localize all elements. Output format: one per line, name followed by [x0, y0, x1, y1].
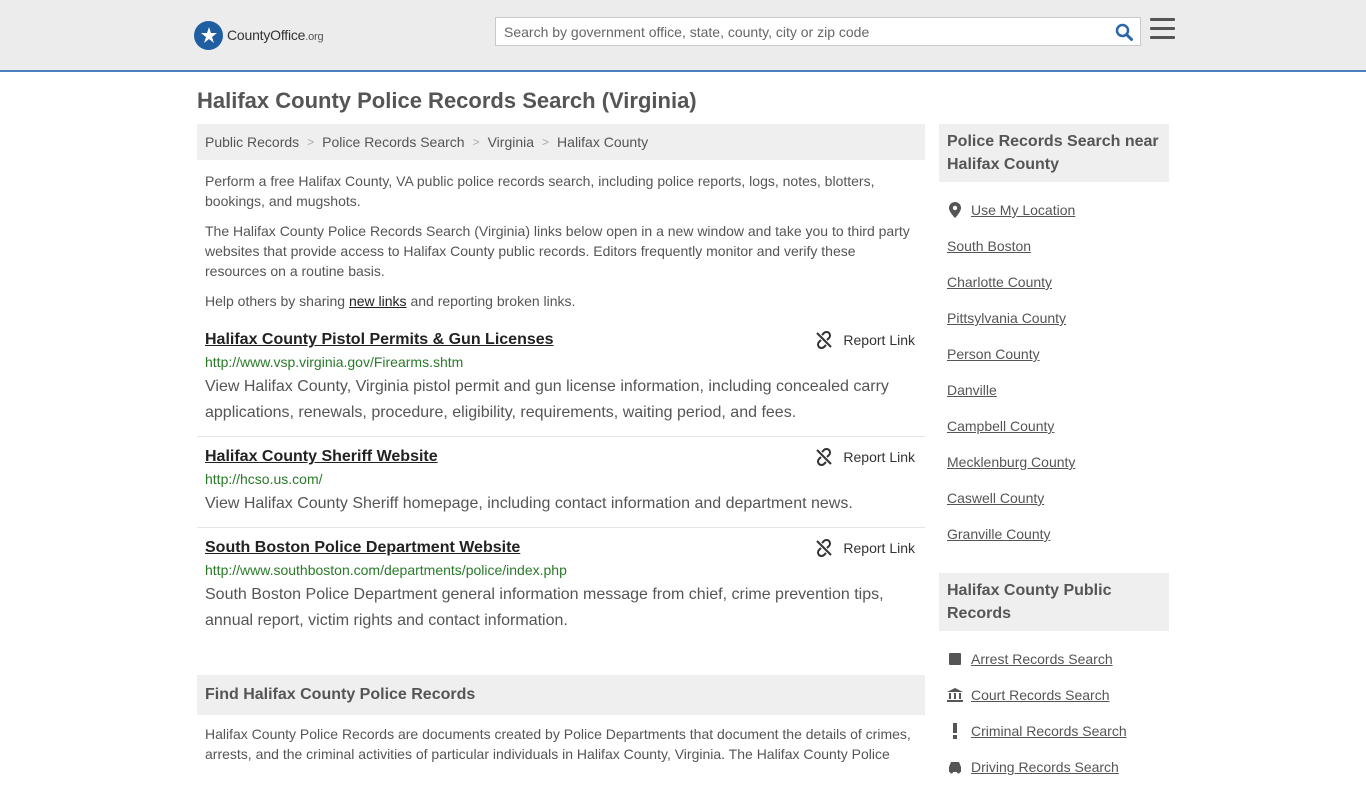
sidebar-item-danville[interactable]: Danville	[947, 372, 1169, 408]
sidebar-nearby-list: Use My Location South Boston Charlotte C…	[947, 192, 1169, 552]
breadcrumb-separator-icon: >	[542, 135, 550, 149]
broken-link-icon	[816, 539, 833, 557]
sidebar-nearby-heading: Police Records Search near Halifax Count…	[939, 124, 1169, 182]
sidebar-link[interactable]: Campbell County	[947, 418, 1054, 434]
breadcrumb-separator-icon: >	[307, 135, 315, 149]
sidebar-link[interactable]: South Boston	[947, 238, 1031, 254]
sidebar-item-court-records[interactable]: Court Records Search	[947, 677, 1169, 713]
report-link-button[interactable]: Report Link	[815, 331, 915, 349]
new-links-link[interactable]: new links	[349, 293, 407, 309]
car-icon	[947, 759, 963, 775]
sidebar-link[interactable]: Pittsylvania County	[947, 310, 1066, 326]
result-title-link[interactable]: South Boston Police Department Website	[205, 539, 520, 556]
breadcrumb-halifax-county[interactable]: Halifax County	[557, 134, 648, 150]
sidebar-link[interactable]: Arrest Records Search	[971, 651, 1113, 667]
page-title: Halifax County Police Records Search (Vi…	[197, 88, 697, 113]
search-box	[495, 17, 1141, 46]
result-divider	[197, 436, 925, 437]
report-link-button[interactable]: Report Link	[815, 539, 915, 557]
square-icon	[947, 651, 963, 667]
use-my-location-link[interactable]: Use My Location	[971, 202, 1075, 218]
site-header: CountyOffice.org	[0, 0, 1366, 72]
result-url: http://hcso.us.com/	[205, 471, 323, 487]
search-button[interactable]	[1112, 21, 1136, 43]
search-input[interactable]	[496, 18, 1106, 45]
sidebar-item-south-boston[interactable]: South Boston	[947, 228, 1169, 264]
sidebar-item-mecklenburg-county[interactable]: Mecklenburg County	[947, 444, 1169, 480]
breadcrumb-separator-icon: >	[472, 135, 480, 149]
courthouse-icon	[947, 687, 963, 703]
exclamation-icon	[947, 723, 963, 739]
sidebar-link[interactable]: Criminal Records Search	[971, 723, 1127, 739]
site-logo[interactable]: CountyOffice.org	[194, 20, 324, 50]
intro-text: Perform a free Halifax County, VA public…	[205, 171, 917, 321]
result-description: View Halifax County, Virginia pistol per…	[205, 378, 889, 421]
result-item: Halifax County Pistol Permits & Gun Lice…	[197, 331, 925, 426]
result-title-link[interactable]: Halifax County Sheriff Website	[205, 448, 438, 465]
result-url: http://www.southboston.com/departments/p…	[205, 562, 567, 578]
sidebar-public-records-heading: Halifax County Public Records	[939, 573, 1169, 631]
sidebar-link[interactable]: Person County	[947, 346, 1040, 362]
sidebar-public-records-list: Arrest Records Search Court Records Sear…	[947, 641, 1169, 785]
breadcrumb: Public Records > Police Records Search >…	[197, 124, 925, 160]
sidebar-link[interactable]: Driving Records Search	[971, 759, 1119, 775]
broken-link-icon	[816, 331, 833, 349]
hamburger-menu-icon[interactable]	[1150, 18, 1175, 42]
use-my-location-item[interactable]: Use My Location	[947, 192, 1169, 228]
report-link-button[interactable]: Report Link	[815, 448, 915, 466]
sidebar-item-pittsylvania-county[interactable]: Pittsylvania County	[947, 300, 1169, 336]
sidebar-link[interactable]: Mecklenburg County	[947, 454, 1075, 470]
intro-paragraph-3: Help others by sharing new links and rep…	[205, 293, 576, 309]
result-divider	[197, 527, 925, 528]
sidebar-link[interactable]: Danville	[947, 382, 997, 398]
breadcrumb-public-records[interactable]: Public Records	[205, 134, 299, 150]
sidebar-link[interactable]: Caswell County	[947, 490, 1044, 506]
logo-seal-icon	[194, 20, 223, 50]
result-description: South Boston Police Department general i…	[205, 586, 884, 629]
result-description: View Halifax County Sheriff homepage, in…	[205, 495, 853, 512]
intro-paragraph-1: Perform a free Halifax County, VA public…	[205, 173, 875, 209]
find-section-text: Halifax County Police Records are docume…	[205, 726, 911, 762]
intro-paragraph-2: The Halifax County Police Records Search…	[205, 223, 910, 279]
sidebar-item-caswell-county[interactable]: Caswell County	[947, 480, 1169, 516]
result-item: Halifax County Sheriff Website Report Li…	[197, 448, 925, 517]
broken-link-icon	[816, 448, 833, 466]
sidebar-link[interactable]: Court Records Search	[971, 687, 1110, 703]
sidebar-link[interactable]: Charlotte County	[947, 274, 1052, 290]
result-item: South Boston Police Department Website R…	[197, 539, 925, 634]
sidebar-item-criminal-records[interactable]: Criminal Records Search	[947, 713, 1169, 749]
result-title-link[interactable]: Halifax County Pistol Permits & Gun Lice…	[205, 331, 554, 348]
find-section-heading: Find Halifax County Police Records	[197, 675, 925, 715]
sidebar-item-driving-records[interactable]: Driving Records Search	[947, 749, 1169, 785]
sidebar-link[interactable]: Granville County	[947, 526, 1051, 542]
map-marker-icon	[947, 202, 963, 218]
result-url: http://www.vsp.virginia.gov/Firearms.sht…	[205, 354, 464, 370]
search-icon	[1115, 23, 1133, 41]
sidebar-item-campbell-county[interactable]: Campbell County	[947, 408, 1169, 444]
sidebar-item-arrest-records[interactable]: Arrest Records Search	[947, 641, 1169, 677]
sidebar-item-granville-county[interactable]: Granville County	[947, 516, 1169, 552]
logo-text: CountyOffice.org	[227, 27, 324, 43]
breadcrumb-police-records-search[interactable]: Police Records Search	[322, 134, 464, 150]
sidebar-item-person-county[interactable]: Person County	[947, 336, 1169, 372]
breadcrumb-virginia[interactable]: Virginia	[488, 134, 534, 150]
sidebar-item-charlotte-county[interactable]: Charlotte County	[947, 264, 1169, 300]
